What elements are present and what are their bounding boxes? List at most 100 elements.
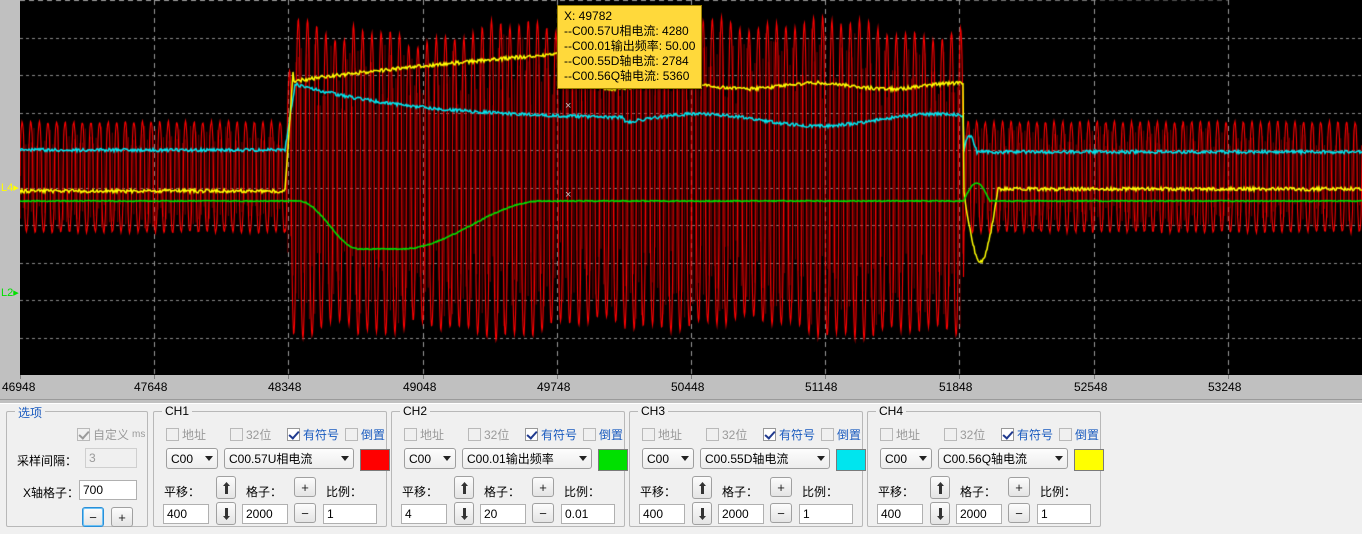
checkbox-label: 倒置 [361,428,386,442]
ratio-input[interactable] [799,504,853,524]
checkbox-ch3-0[interactable]: 地址 [642,426,682,443]
shift-input[interactable] [877,504,923,524]
shift-up-button[interactable] [930,476,950,499]
shift-label: 平移： [164,485,201,499]
grid-decrease-button[interactable]: − [770,503,792,523]
shift-up-button[interactable] [454,476,474,499]
x-axis-notch [423,375,424,379]
grid-label: 格子： [722,485,759,499]
channel-group-ch1: CH1 地址 32位 有符号 倒置 C00 C00.57U相电流平移： 格子： + −比例： [153,404,390,527]
checkbox-ch3-2[interactable]: 有符号 [763,426,815,443]
x-axis-notch [557,375,558,379]
x-grid-decrease-button[interactable]: − [82,507,104,527]
grid-decrease-button[interactable]: − [1008,503,1030,523]
group-select-ch1[interactable]: C00 [166,448,218,469]
checkbox-ch3-3[interactable]: 倒置 [821,426,861,443]
x-axis-tick-label: 47648 [134,380,168,394]
checkbox-ch1-1[interactable]: 32位 [230,426,271,443]
x-axis-tick-label: 51848 [939,380,973,394]
grid-input[interactable] [956,504,1002,524]
color-swatch-ch2[interactable] [598,449,628,471]
color-swatch-ch4[interactable] [1074,449,1104,471]
chevron-down-icon [201,456,217,461]
checkbox-ch1-0[interactable]: 地址 [166,426,206,443]
grid-input[interactable] [718,504,764,524]
checkbox-ch4-3[interactable]: 倒置 [1059,426,1099,443]
param-select-ch1[interactable]: C00.57U相电流 [224,448,354,469]
channel-marker-l2[interactable]: L2▸ [1,288,19,299]
shift-up-button[interactable] [692,476,712,499]
checkbox-box [345,428,358,441]
grid-decrease-button[interactable]: − [294,503,316,523]
group-select-ch4[interactable]: C00 [880,448,932,469]
checkbox-ch1-2[interactable]: 有符号 [287,426,339,443]
grid-increase-button[interactable]: + [770,477,792,497]
group-select-ch2[interactable]: C00 [404,448,456,469]
checkbox-ch1-3[interactable]: 倒置 [345,426,385,443]
color-swatch-ch3[interactable] [836,449,866,471]
shift-down-button[interactable] [216,502,236,525]
checkbox-ch2-2[interactable]: 有符号 [525,426,577,443]
param-select-ch2[interactable]: C00.01输出频率 [462,448,592,469]
grid-increase-button[interactable]: + [532,477,554,497]
shift-up-button[interactable] [216,476,236,499]
cursor-tooltip: X: 49782 --C00.57U相电流: 4280 --C00.01输出频率… [557,5,703,89]
cursor-cross-marker-1: × [565,100,572,112]
grid-input[interactable] [480,504,526,524]
checkbox-ch2-3[interactable]: 倒置 [583,426,623,443]
shift-down-button[interactable] [930,502,950,525]
shift-input[interactable] [401,504,447,524]
param-select-value: C00.01输出频率 [467,452,554,466]
x-axis-tick-label: 49048 [403,380,437,394]
ratio-input[interactable] [1037,504,1091,524]
param-select-ch3[interactable]: C00.55D轴电流 [700,448,830,469]
sample-interval-input[interactable] [85,448,137,468]
checkbox-ch4-2[interactable]: 有符号 [1001,426,1053,443]
checkbox-label: 有符号 [541,428,578,442]
control-panel: 选项 自定义 ms 采样间隔： X轴格子： − + CH1地址32位有符号倒置C… [0,403,1362,534]
custom-interval-label: 自定义 [93,428,130,442]
param-select-ch4[interactable]: C00.56Q轴电流 [938,448,1068,469]
checkbox-ch4-0[interactable]: 地址 [880,426,920,443]
checkbox-ch2-0[interactable]: 地址 [404,426,444,443]
ratio-label: 比例： [326,485,363,499]
options-group: 选项 自定义 ms 采样间隔： X轴格子： − + [6,404,148,527]
shift-input[interactable] [163,504,209,524]
shift-down-button[interactable] [454,502,474,525]
chevron-down-icon [575,456,591,461]
shift-input[interactable] [639,504,685,524]
checkbox-box [706,428,719,441]
group-select-ch3[interactable]: C00 [642,448,694,469]
ratio-input[interactable] [561,504,615,524]
checkbox-box [1001,428,1014,441]
checkbox-box [166,428,179,441]
group-select-value: C00 [171,451,194,466]
checkbox-label: 倒置 [1075,428,1100,442]
grid-increase-button[interactable]: + [294,477,316,497]
param-select-value: C00.57U相电流 [229,452,313,466]
x-grid-input[interactable] [79,480,137,500]
grid-increase-button[interactable]: + [1008,477,1030,497]
x-grid-label: X轴格子： [23,486,80,500]
chevron-down-icon [337,456,353,461]
chevron-down-icon [813,456,829,461]
channel-marker-l4[interactable]: L4▸ [1,183,19,194]
checkbox-ch3-1[interactable]: 32位 [706,426,747,443]
chevron-down-icon [1051,456,1067,461]
grid-input[interactable] [242,504,288,524]
ratio-input[interactable] [323,504,377,524]
checkbox-ch2-1[interactable]: 32位 [468,426,509,443]
grid-label: 格子： [246,485,283,499]
grid-decrease-button[interactable]: − [532,503,554,523]
color-swatch-ch1[interactable] [360,449,390,471]
chevron-down-icon [915,456,931,461]
custom-interval-checkbox[interactable]: 自定义 ms [77,426,145,443]
checkbox-ch4-1[interactable]: 32位 [944,426,985,443]
x-grid-increase-button[interactable]: + [111,507,133,527]
x-axis-tick-label: 53248 [1208,380,1242,394]
checkbox-label: 倒置 [599,428,624,442]
checkbox-label: 地址 [658,428,683,442]
shift-down-button[interactable] [692,502,712,525]
checkbox-label: 地址 [182,428,207,442]
checkbox-box [1059,428,1072,441]
